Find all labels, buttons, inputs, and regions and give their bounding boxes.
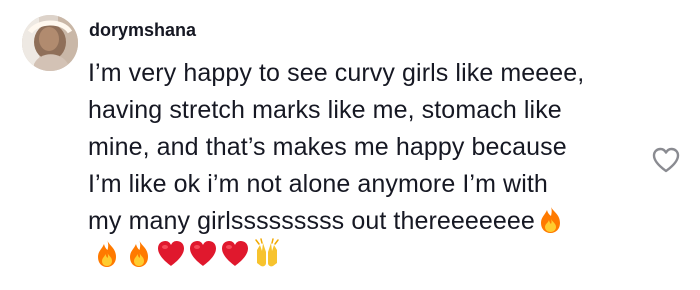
fire-emoji-icon <box>91 238 123 268</box>
comment-text-line: I’m like ok i’m not alone anymore I’m wi… <box>88 170 548 198</box>
fire-emoji-icon <box>537 204 564 234</box>
comment-username[interactable]: dorymshana <box>89 19 196 41</box>
comment-text-segment: my many girlsssssssss out thereeeeeee <box>88 207 535 235</box>
avatar[interactable] <box>22 15 78 71</box>
fire-emoji-icon <box>123 238 155 268</box>
raising-hands-emoji-icon <box>251 238 283 268</box>
comment-item: dorymshana I’m very happy to see curvy g… <box>0 0 700 290</box>
emoji-line <box>91 238 668 268</box>
comment-text-line: my many girlsssssssss out thereeeeeee <box>88 203 668 240</box>
comment-text-line: I’m very happy to see curvy girls like m… <box>88 59 585 87</box>
red-heart-emoji-icon <box>187 238 219 268</box>
comment-text: I’m very happy to see curvy girls like m… <box>88 55 668 268</box>
heart-outline-icon[interactable] <box>650 146 682 174</box>
comment-text-line: having stretch marks like me, stomach li… <box>88 96 562 124</box>
red-heart-emoji-icon <box>219 238 251 268</box>
red-heart-emoji-icon <box>155 238 187 268</box>
comment-text-line: mine, and that’s makes me happy because <box>88 133 567 161</box>
